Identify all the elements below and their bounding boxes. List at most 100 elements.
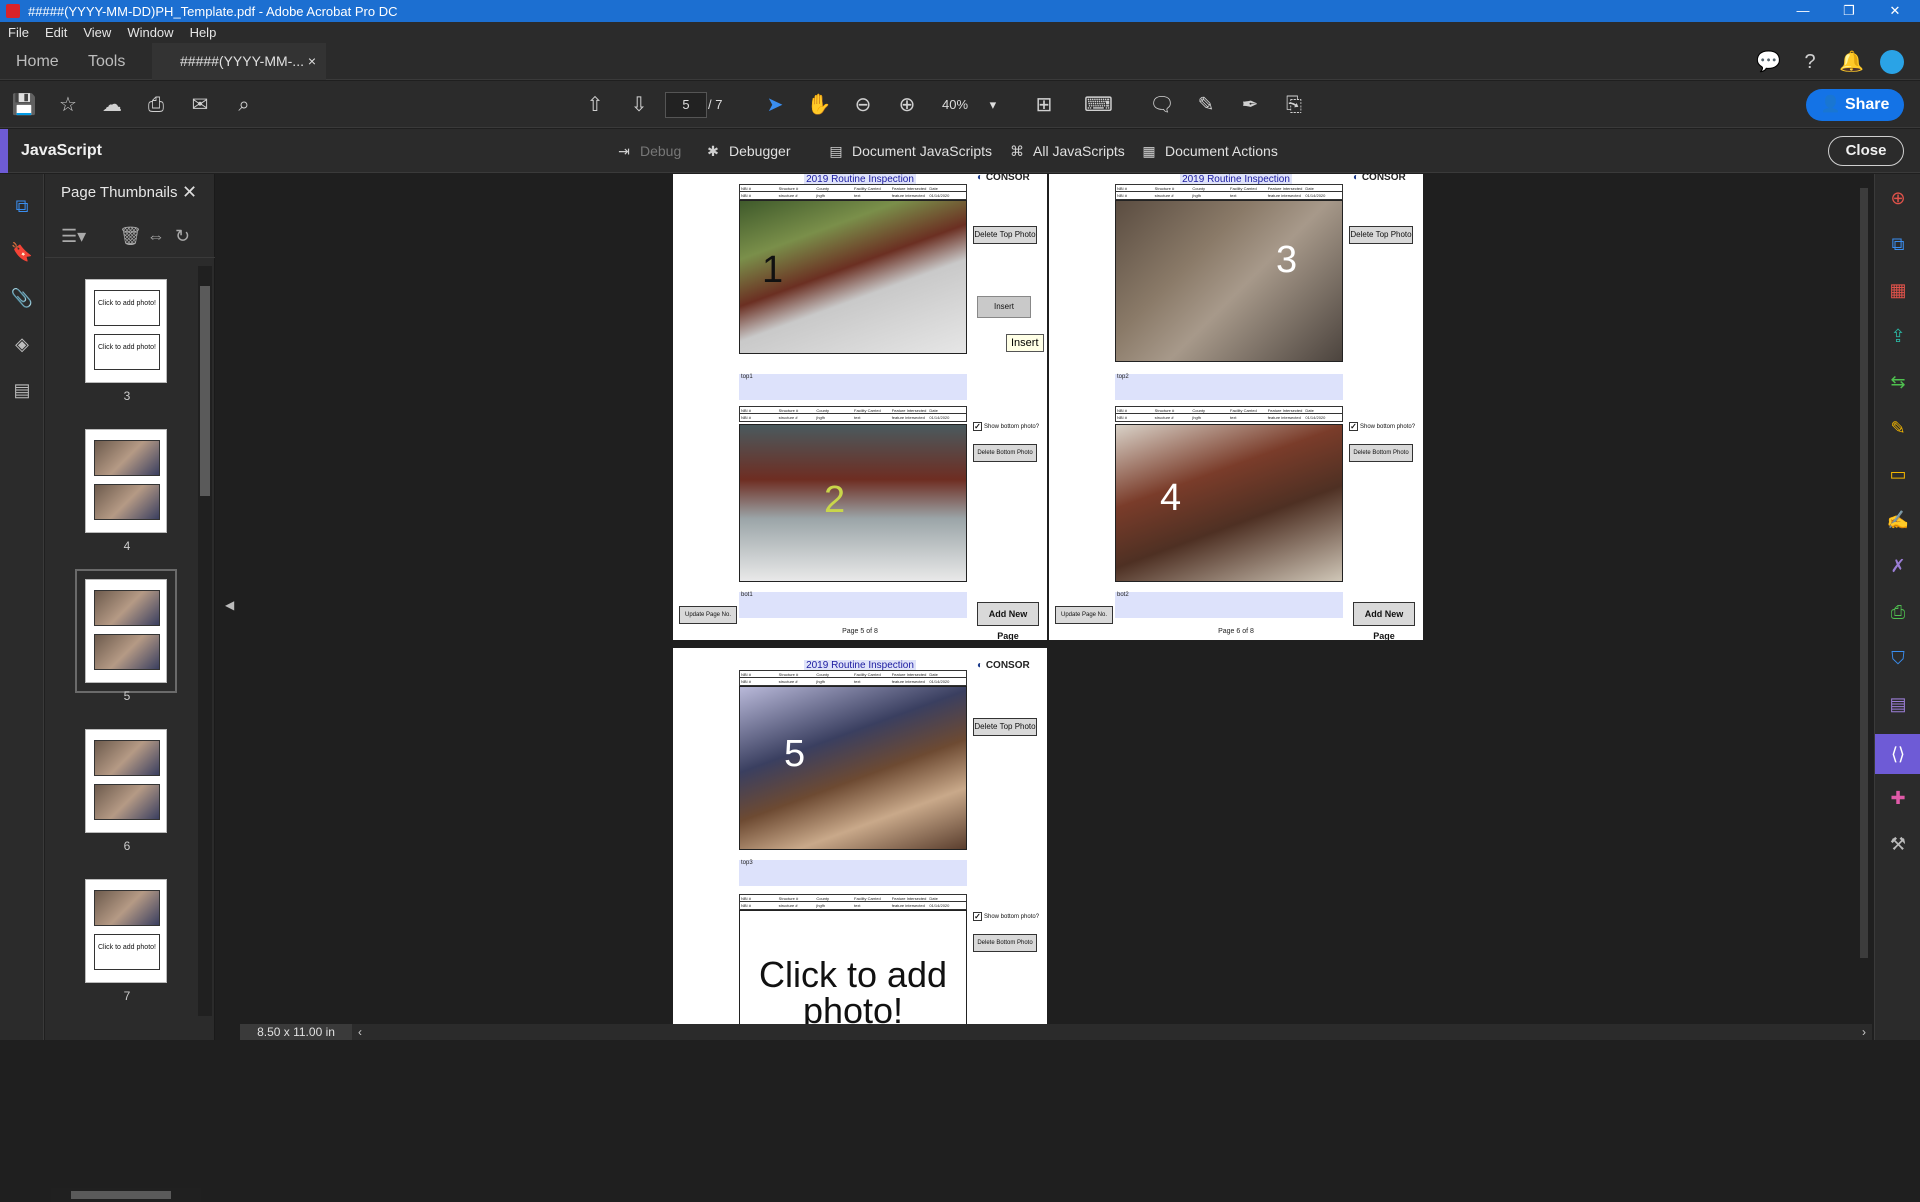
rich-media-icon[interactable]: ✚ (1886, 786, 1910, 810)
more-tools-icon[interactable]: ⚒ (1886, 832, 1910, 856)
top-caption-field[interactable]: top1 (739, 374, 967, 400)
document-javascripts-button[interactable]: ▤ Document JavaScripts (826, 129, 992, 173)
scroll-left-icon[interactable]: ‹ (358, 1024, 362, 1040)
thumbnail-page-3[interactable]: Click to add photo! Click to add photo! (85, 279, 167, 383)
show-bottom-photo-checkbox[interactable]: ✓ Show bottom photo? (973, 422, 1039, 431)
close-tab-icon[interactable]: × (308, 43, 316, 80)
export-pdf-icon[interactable]: ⇪ (1886, 324, 1910, 348)
close-panel-icon[interactable]: ✕ (182, 182, 197, 203)
tab-tools[interactable]: Tools (88, 43, 125, 80)
collapse-panel-icon[interactable]: ◀ (225, 598, 234, 612)
avatar[interactable] (1880, 50, 1904, 74)
thumbnail-scrollbar[interactable] (198, 266, 212, 1016)
bookmark-icon[interactable]: 🔖 (10, 240, 34, 264)
menu-window[interactable]: Window (127, 25, 173, 40)
delete-page-icon[interactable]: 🗑 (119, 226, 142, 247)
zoom-out-icon[interactable]: ⊖ (849, 91, 877, 119)
create-pdf-icon[interactable]: ⊕ (1886, 186, 1910, 210)
menu-view[interactable]: View (83, 25, 111, 40)
content-icon[interactable]: ▤ (10, 378, 34, 402)
thumbnail-page-5[interactable] (75, 569, 177, 693)
combine-files-icon[interactable]: ⧉ (1886, 232, 1910, 256)
edit-pdf-icon[interactable]: ✎ (1886, 416, 1910, 440)
tab-home[interactable]: Home (16, 43, 59, 80)
debugger-button[interactable]: ✱ Debugger (703, 129, 790, 173)
tab-document[interactable]: #####(YYYY-MM-... × (152, 43, 326, 80)
fill-sign-icon[interactable]: ✍ (1886, 508, 1910, 532)
delete-top-photo-button[interactable]: Delete Top Photo (1349, 226, 1413, 244)
page-number-input[interactable]: 5 (665, 92, 707, 118)
scrollbar-thumb[interactable] (200, 286, 210, 496)
menu-edit[interactable]: Edit (45, 25, 67, 40)
comment-icon[interactable]: 💬 (1756, 50, 1781, 74)
delete-bottom-photo-button[interactable]: Delete Bottom Photo (1349, 444, 1413, 462)
zoom-level[interactable]: 40% ▾ (942, 92, 1004, 118)
update-page-button[interactable]: Update Page No. (1055, 606, 1113, 624)
organize-pages-icon[interactable]: ▦ (1886, 278, 1910, 302)
top-caption-field[interactable]: top2 (1115, 374, 1343, 400)
bottom-photo[interactable]: 4 (1115, 424, 1343, 582)
help-icon[interactable]: ? (1798, 50, 1822, 74)
add-photo-placeholder[interactable]: Click to add photo! (739, 910, 967, 1024)
delete-top-photo-button[interactable]: Delete Top Photo (973, 718, 1037, 736)
page-thumbnails-icon[interactable]: ⧉ (10, 194, 34, 218)
top-photo[interactable]: 5 (739, 686, 967, 850)
document-scrollbar[interactable] (1856, 174, 1872, 1024)
show-bottom-photo-checkbox[interactable]: ✓ Show bottom photo? (973, 912, 1039, 921)
update-page-button[interactable]: Update Page No. (679, 606, 737, 624)
zoom-in-icon[interactable]: ⊕ (893, 91, 921, 119)
add-new-page-button[interactable]: Add New Page (1353, 602, 1415, 640)
rotate-page-icon[interactable]: ↻ (175, 226, 190, 247)
sign-icon[interactable]: ✒ (1236, 91, 1264, 119)
javascript-tool-icon[interactable]: ⟨⟩ (1875, 734, 1920, 774)
add-new-page-button[interactable]: Add New Page (977, 602, 1039, 640)
close-window-button[interactable]: ✕ (1872, 0, 1918, 22)
highlight-icon[interactable]: ✎ (1192, 91, 1220, 119)
print-icon[interactable]: ⎙ (142, 91, 170, 119)
thumbnail-page-7[interactable]: Click to add photo! (85, 879, 167, 983)
compare-icon[interactable]: ⇆ (1886, 370, 1910, 394)
insert-button[interactable]: Insert (977, 296, 1031, 318)
menu-file[interactable]: File (8, 25, 29, 40)
protect-icon[interactable]: ⛉ (1886, 646, 1910, 670)
save-icon[interactable]: 💾 (10, 91, 38, 119)
scrollbar-thumb[interactable] (1860, 188, 1868, 958)
attachment-icon[interactable]: 📎 (10, 286, 34, 310)
delete-top-photo-button[interactable]: Delete Top Photo (973, 226, 1037, 244)
search-icon[interactable]: ⌕ (230, 91, 258, 119)
page-fit-icon[interactable]: ⊞ (1030, 91, 1058, 119)
close-tool-button[interactable]: Close (1828, 136, 1904, 166)
top-photo[interactable]: 1 (739, 200, 967, 354)
delete-bottom-photo-button[interactable]: Delete Bottom Photo (973, 934, 1037, 952)
thumbnail-page-6[interactable] (85, 729, 167, 833)
scroll-right-icon[interactable]: › (1862, 1024, 1866, 1040)
options-menu-icon[interactable]: ☰▾ (61, 226, 86, 247)
thumbnail-page-4[interactable] (85, 429, 167, 533)
signature-icon[interactable]: ✗ (1886, 554, 1910, 578)
hand-tool-icon[interactable]: ✋ (805, 91, 833, 119)
add-comment-icon[interactable]: 🗨 (1148, 91, 1176, 119)
share-button[interactable]: 👤 Share (1806, 89, 1904, 121)
delete-bottom-photo-button[interactable]: Delete Bottom Photo (973, 444, 1037, 462)
scrollbar-thumb[interactable] (71, 1191, 171, 1199)
show-bottom-photo-checkbox[interactable]: ✓ Show bottom photo? (1349, 422, 1415, 431)
thumbnail-horizontal-scrollbar[interactable] (51, 1188, 201, 1202)
star-icon[interactable]: ☆ (54, 91, 82, 119)
bottom-caption-field[interactable]: bot1 (739, 592, 967, 618)
bottom-photo[interactable]: 2 (739, 424, 967, 582)
document-actions-button[interactable]: ▦ Document Actions (1139, 129, 1277, 173)
bottom-caption-field[interactable]: bot2 (1115, 592, 1343, 618)
print-production-icon[interactable]: ⎙ (1886, 600, 1910, 624)
top-photo[interactable]: 3 (1115, 200, 1343, 362)
all-javascripts-button[interactable]: ⌘ All JavaScripts (1007, 129, 1125, 173)
restore-button[interactable]: ❐ (1826, 0, 1872, 22)
comment-tool-icon[interactable]: ▭ (1886, 462, 1910, 486)
minimize-button[interactable]: — (1780, 0, 1826, 22)
upload-icon[interactable]: ☁ (98, 91, 126, 119)
select-cursor-icon[interactable]: ➤ (761, 91, 789, 119)
bell-icon[interactable]: 🔔 (1839, 50, 1864, 74)
previous-page-icon[interactable]: ⇧ (581, 91, 609, 119)
next-page-icon[interactable]: ⇩ (625, 91, 653, 119)
email-icon[interactable]: ✉ (186, 91, 214, 119)
scroll-mode-icon[interactable]: ⌨ (1084, 91, 1113, 119)
